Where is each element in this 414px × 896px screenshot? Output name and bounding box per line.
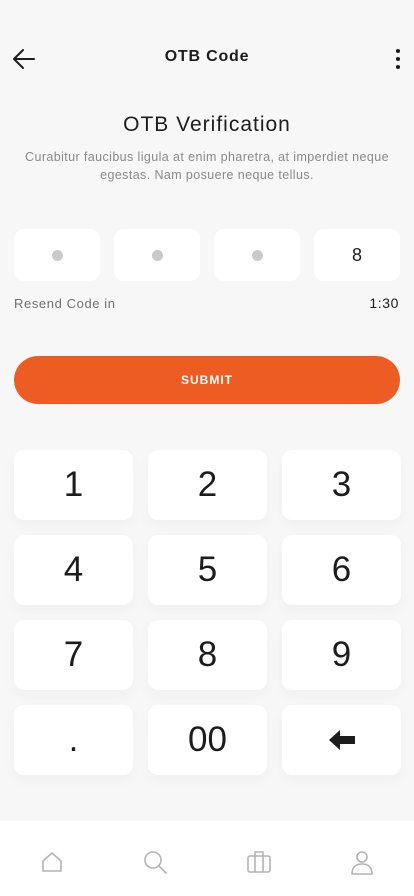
key-6[interactable]: 6: [282, 535, 401, 605]
otp-digit-1[interactable]: [14, 229, 100, 281]
otp-digit-2[interactable]: [114, 229, 200, 281]
backspace-arrow-icon: [328, 730, 355, 750]
resend-timer: 1:30: [369, 295, 399, 311]
submit-button[interactable]: SUBMIT: [14, 356, 400, 404]
verification-description: Curabitur faucibus ligula at enim pharet…: [25, 150, 389, 182]
key-9[interactable]: 9: [282, 620, 401, 690]
key-2[interactable]: 2: [148, 450, 267, 520]
page-title: OTB Code: [164, 48, 250, 65]
more-options-button[interactable]: [390, 45, 406, 73]
numeric-keypad: 1 2 3 4 5 6 7 8 9 . 00: [14, 450, 401, 775]
key-4[interactable]: 4: [14, 535, 133, 605]
key-00[interactable]: 00: [148, 705, 267, 775]
key-8[interactable]: 8: [148, 620, 267, 690]
more-vertical-icon: [396, 49, 400, 53]
nav-search[interactable]: [127, 847, 183, 877]
otp-digit-4[interactable]: 8: [314, 229, 400, 281]
key-dot[interactable]: .: [14, 705, 133, 775]
nav-profile[interactable]: [334, 847, 390, 877]
otp-digit-value: 8: [351, 244, 362, 265]
profile-icon: [351, 851, 374, 875]
otp-digit-3[interactable]: [214, 229, 300, 281]
briefcase-icon: [246, 851, 271, 873]
otp-code-row: 8: [14, 229, 400, 281]
resend-code-label: Resend Code in: [14, 296, 116, 311]
home-icon: [41, 852, 62, 872]
empty-digit-dot: [151, 249, 163, 261]
key-5[interactable]: 5: [148, 535, 267, 605]
bottom-navigation: [0, 821, 414, 896]
backspace-key[interactable]: [282, 705, 401, 775]
key-7[interactable]: 7: [14, 620, 133, 690]
nav-home[interactable]: [24, 847, 80, 877]
nav-briefcase[interactable]: [231, 847, 287, 877]
key-1[interactable]: 1: [14, 450, 133, 520]
app-header: OTB Code: [0, 0, 414, 116]
empty-digit-dot: [51, 249, 63, 261]
empty-digit-dot: [251, 249, 263, 261]
search-icon: [144, 851, 168, 874]
verification-title: OTB Verification: [123, 113, 291, 136]
key-3[interactable]: 3: [282, 450, 401, 520]
